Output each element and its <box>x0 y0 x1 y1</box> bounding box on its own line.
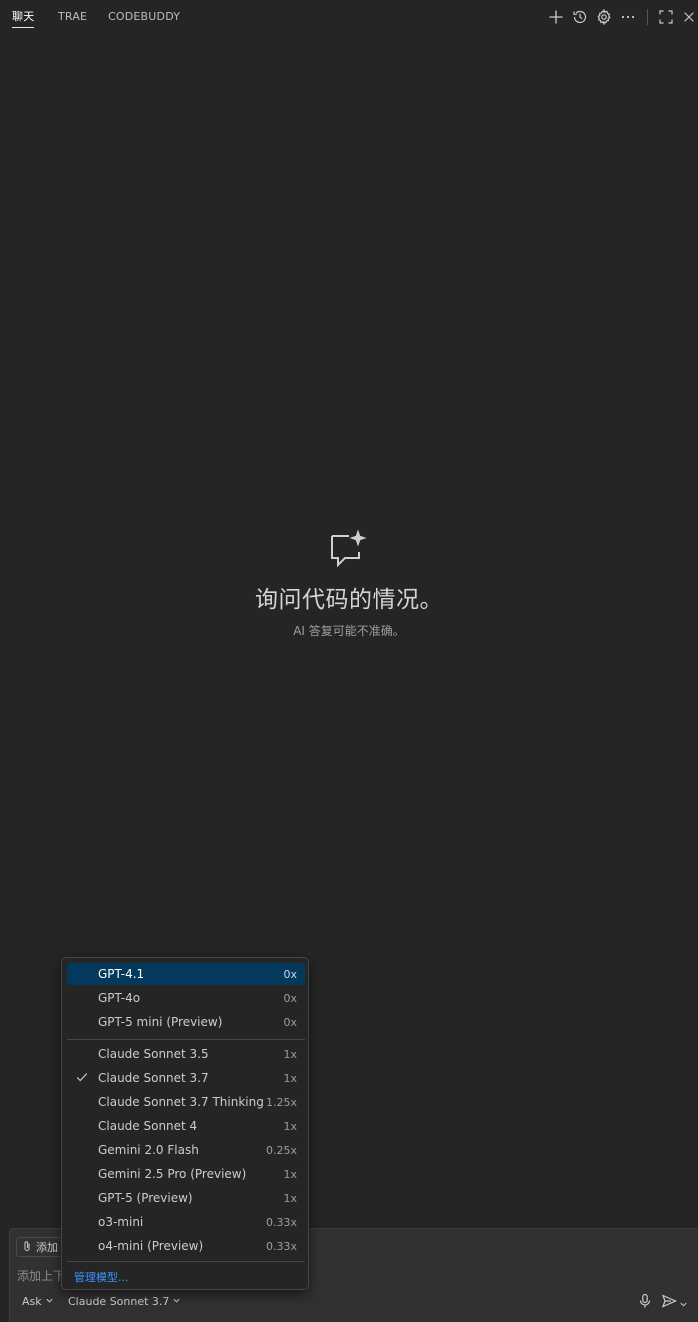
model-item-label: Claude Sonnet 3.7 <box>98 1071 209 1085</box>
model-item-label: GPT-4o <box>98 991 141 1005</box>
model-item-claude-sonnet-3-7[interactable]: Claude Sonnet 3.7 1x <box>67 1067 305 1089</box>
chevron-down-icon <box>679 1294 688 1313</box>
model-item-label: GPT-5 mini (Preview) <box>98 1015 223 1029</box>
check-icon <box>75 1070 89 1087</box>
chat-input[interactable]: 添加上下 <box>17 1267 65 1284</box>
tab-trae[interactable]: TRAE <box>58 10 87 28</box>
model-item-o3-mini[interactable]: o3-mini 0.33x <box>67 1211 305 1233</box>
model-item-claude-sonnet-4[interactable]: Claude Sonnet 4 1x <box>67 1115 305 1137</box>
send-icon <box>661 1293 677 1313</box>
paperclip-icon <box>21 1240 33 1255</box>
model-item-label: Gemini 2.0 Flash <box>98 1143 199 1157</box>
model-item-gpt-5[interactable]: GPT-5 (Preview) 1x <box>67 1187 305 1209</box>
model-label: Claude Sonnet 3.7 <box>68 1295 170 1308</box>
model-picker[interactable]: Claude Sonnet 3.7 <box>68 1295 181 1308</box>
model-item-multiplier: 1x <box>283 1048 297 1061</box>
manage-models-link[interactable]: 管理模型... <box>74 1269 129 1285</box>
model-item-label: o3-mini <box>98 1215 144 1229</box>
plus-icon[interactable] <box>546 7 566 27</box>
model-item-multiplier: 1.25x <box>265 1096 297 1109</box>
model-item-gemini-2-5-pro[interactable]: Gemini 2.5 Pro (Preview) 1x <box>67 1163 305 1185</box>
model-item-claude-sonnet-3-7-thinking[interactable]: Claude Sonnet 3.7 Thinking 1.25x <box>67 1091 305 1113</box>
add-context-label: 添加 <box>36 1241 58 1254</box>
model-item-label: Claude Sonnet 3.5 <box>98 1047 209 1061</box>
top-bar: 聊天 TRAE CODEBUDDY <box>0 0 698 34</box>
model-item-multiplier: 1x <box>283 1120 297 1133</box>
chat-sparkle-icon <box>328 528 370 570</box>
dropdown-divider <box>67 1039 305 1040</box>
model-item-label: o4-mini (Preview) <box>98 1239 204 1253</box>
more-icon[interactable] <box>618 7 638 27</box>
close-icon[interactable] <box>680 7 698 27</box>
model-item-claude-sonnet-3-5[interactable]: Claude Sonnet 3.5 1x <box>67 1043 305 1065</box>
mode-label: Ask <box>22 1295 42 1308</box>
model-item-multiplier: 0x <box>283 1016 297 1029</box>
model-item-gpt-4-1[interactable]: GPT-4.1 0x <box>67 963 305 985</box>
model-item-gpt-4o[interactable]: GPT-4o 0x <box>67 987 305 1009</box>
model-item-gemini-2-0-flash[interactable]: Gemini 2.0 Flash 0.25x <box>67 1139 305 1161</box>
model-item-multiplier: 0x <box>283 968 297 981</box>
model-item-label: Claude Sonnet 3.7 Thinking <box>98 1095 264 1109</box>
model-item-label: GPT-5 (Preview) <box>98 1191 193 1205</box>
model-dropdown: GPT-4.1 0x GPT-4o 0x GPT-5 mini (Preview… <box>61 957 309 1290</box>
model-item-multiplier: 1x <box>283 1168 297 1181</box>
model-item-label: GPT-4.1 <box>98 967 145 981</box>
send-button[interactable] <box>661 1293 688 1313</box>
model-item-multiplier: 1x <box>283 1072 297 1085</box>
gear-icon[interactable] <box>594 7 614 27</box>
empty-state-subtitle: AI 答复可能不准确。 <box>293 624 405 638</box>
empty-state-title: 询问代码的情况。 <box>255 587 443 613</box>
dropdown-divider <box>67 1261 305 1262</box>
model-item-gpt-5-mini[interactable]: GPT-5 mini (Preview) 0x <box>67 1011 305 1033</box>
model-item-label: Gemini 2.5 Pro (Preview) <box>98 1167 247 1181</box>
maximize-icon[interactable] <box>656 7 676 27</box>
model-item-multiplier: 0.33x <box>265 1240 297 1253</box>
microphone-icon[interactable] <box>637 1293 653 1313</box>
toolbar-divider <box>647 9 648 25</box>
model-item-multiplier: 0.25x <box>265 1144 297 1157</box>
chevron-down-icon <box>45 1295 54 1308</box>
tab-chat[interactable]: 聊天 <box>12 10 35 28</box>
model-item-o4-mini[interactable]: o4-mini (Preview) 0.33x <box>67 1235 305 1257</box>
empty-state: 询问代码的情况。 AI 答复可能不准确。 <box>0 528 698 639</box>
model-item-multiplier: 0.33x <box>265 1216 297 1229</box>
model-item-multiplier: 0x <box>283 992 297 1005</box>
model-item-label: Claude Sonnet 4 <box>98 1119 198 1133</box>
chat-panel: 聊天 TRAE CODEBUDDY 询问代码的情况。 AI 答复可能不准确。 添… <box>0 0 698 1322</box>
model-item-multiplier: 1x <box>283 1192 297 1205</box>
tab-codebuddy[interactable]: CODEBUDDY <box>108 10 180 28</box>
mode-picker[interactable]: Ask <box>22 1295 54 1308</box>
history-icon[interactable] <box>570 7 590 27</box>
chevron-down-icon <box>172 1295 181 1308</box>
